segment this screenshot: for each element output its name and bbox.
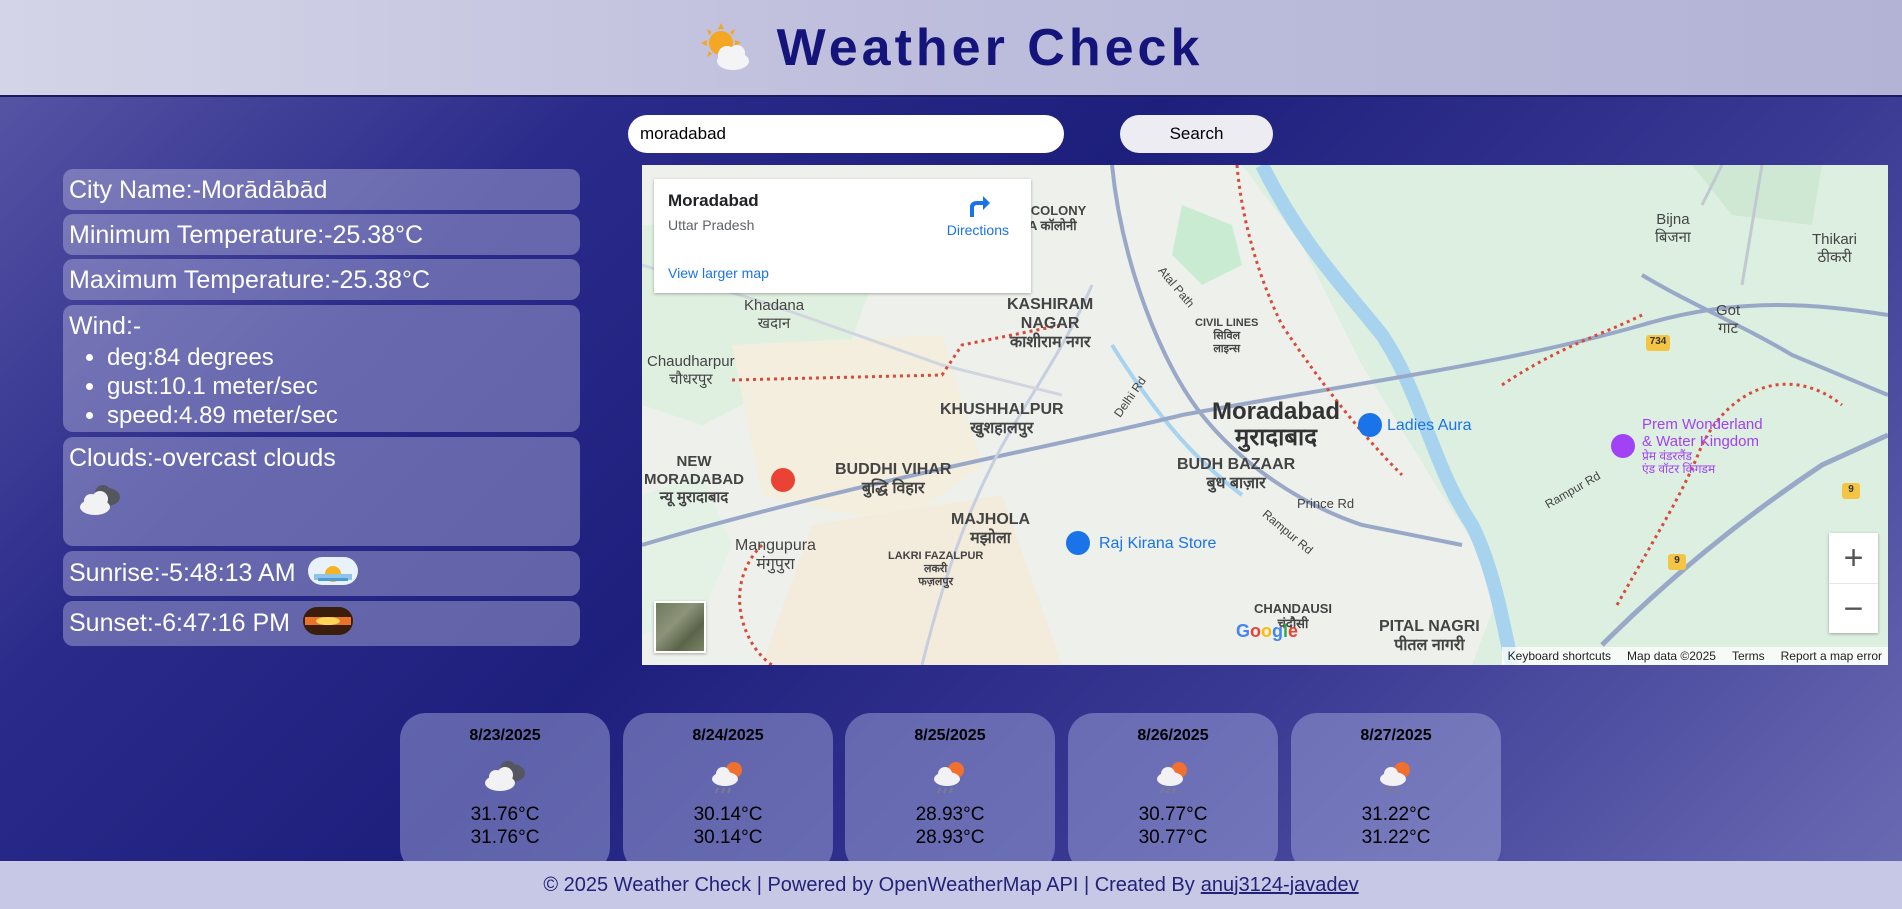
map-label-thikari: Thikari ठीकरी: [1812, 231, 1858, 266]
rain-sun-icon: [845, 759, 1055, 803]
forecast-card: 8/27/2025 31.22°C 31.22°C: [1291, 713, 1501, 873]
map-label-ladies-aura[interactable]: Ladies Aura: [1387, 417, 1472, 435]
map-label-majhola: MAJHOLA मझोला: [951, 511, 1031, 547]
city-search-input[interactable]: [628, 115, 1064, 153]
map-label-chaudharpur: Chaudharpur चौधरपुर: [647, 353, 735, 388]
keyboard-shortcuts-link[interactable]: Keyboard shortcuts: [1508, 649, 1611, 663]
forecast-date: 8/23/2025: [469, 727, 541, 744]
forecast-card: 8/25/2025 28.93°C 28.93°C: [845, 713, 1055, 873]
forecast-temp-1: 30.14°C: [693, 804, 763, 825]
map-label-moradabad: Moradabad मुरादाबाद: [1212, 398, 1341, 451]
forecast-temp-2: 30.77°C: [1138, 827, 1208, 848]
city-name-card: City Name:-Morādābād: [63, 169, 580, 210]
map-label-lakri-fazalpur: LAKRI FAZALPUR लकरी फज़लपुर: [888, 550, 984, 588]
sunset-card: Sunset:-6:47:16 PM: [63, 601, 580, 646]
search-button[interactable]: Search: [1120, 115, 1273, 153]
forecast-card: 8/24/2025 30.14°C 30.14°C: [623, 713, 833, 873]
max-temp-card: Maximum Temperature:-25.38°C: [63, 259, 580, 300]
map-label-buddhi-vihar: BUDDHI VIHAR बुद्धि विहार: [835, 461, 952, 497]
google-logo: Google: [1236, 621, 1299, 641]
min-temperature: Minimum Temperature:-25.38°C: [69, 221, 424, 249]
map-label-got: Got गाट: [1716, 302, 1741, 337]
zoom-in-button[interactable]: +: [1829, 533, 1878, 584]
map-footer: Keyboard shortcuts Map data ©2025 Terms …: [1501, 647, 1888, 665]
sunrise-icon: [308, 557, 359, 592]
map-label-prince-rd: Prince Rd: [1297, 496, 1355, 511]
wind-title: Wind:-: [69, 312, 142, 340]
min-temp-card: Minimum Temperature:-25.38°C: [63, 214, 580, 255]
forecast-card: 8/26/2025 30.77°C 30.77°C: [1068, 713, 1278, 873]
report-map-error-link[interactable]: Report a map error: [1781, 649, 1882, 663]
forecast-card: 8/23/2025 31.76°C 31.76°C: [400, 713, 610, 873]
max-temperature: Maximum Temperature:-25.38°C: [69, 266, 431, 294]
forecast-temp-1: 31.22°C: [1361, 804, 1431, 825]
wind-list: deg:84 degrees gust:10.1 meter/sec speed…: [69, 343, 574, 430]
forecast-temp-2: 31.76°C: [470, 827, 540, 848]
map-label-civil-lines: CIVIL LINES सिविल लाइन्स: [1195, 317, 1259, 355]
app-title: Weather Check: [776, 18, 1204, 77]
map-place-card: Moradabad Uttar Pradesh Directions View …: [654, 179, 1031, 293]
sun-cloud-icon: [700, 22, 749, 70]
forecast-temp-1: 30.77°C: [1138, 804, 1208, 825]
app-header: Weather Check: [0, 0, 1902, 97]
rain-sun-icon: [1291, 759, 1501, 803]
forecast-temp-2: 31.22°C: [1361, 827, 1431, 848]
map-label-prem-wonderland[interactable]: Prem Wonderland & Water Kingdom प्रेम वंड…: [1642, 416, 1763, 476]
wind-card: Wind:- deg:84 degrees gust:10.1 meter/se…: [63, 305, 580, 432]
map-label-bijna: Bijna बिजना: [1655, 211, 1691, 246]
rain-sun-icon: [1068, 759, 1278, 803]
map-label-pital-nagri: PITAL NAGRI पीतल नागरी: [1379, 618, 1480, 654]
map-label-new-moradabad: NEW MORADABAD न्यू मुरादाबाद: [644, 453, 744, 506]
sunset-icon: [302, 607, 353, 642]
map-label-mangupura: Mangupura मंगुपुरा: [735, 537, 816, 573]
footer-text: © 2025 Weather Check | Powered by OpenWe…: [543, 873, 1195, 896]
route-shield-734: 734: [1649, 336, 1667, 347]
forecast-date: 8/25/2025: [914, 727, 986, 744]
forecast-temp-2: 28.93°C: [915, 827, 985, 848]
wind-speed: speed:4.89 meter/sec: [107, 401, 574, 430]
page-footer: © 2025 Weather Check | Powered by OpenWe…: [0, 861, 1902, 909]
route-shield-9b: 9: [1674, 555, 1680, 566]
rain-sun-icon: [623, 759, 833, 803]
clouds-card: Clouds:-overcast clouds: [63, 437, 580, 546]
zoom-out-button[interactable]: −: [1829, 584, 1878, 634]
map-label-raj-kirana[interactable]: Raj Kirana Store: [1099, 535, 1216, 553]
forecast-date: 8/24/2025: [692, 727, 764, 744]
route-shield-9a: 9: [1848, 484, 1854, 495]
directions-button[interactable]: Directions: [947, 191, 1009, 238]
map-data-attribution: Map data ©2025: [1627, 649, 1716, 663]
directions-icon: [969, 196, 990, 217]
overcast-clouds-icon: [400, 759, 610, 803]
sunrise-card: Sunrise:-5:48:13 AM: [63, 551, 580, 596]
map-label-kashiram: KASHIRAM NAGAR काशीराम नगर: [1007, 296, 1094, 351]
satellite-toggle[interactable]: [654, 601, 706, 653]
map-label-budh-bazaar: BUDH BAZAAR बुध बाज़ार: [1177, 456, 1296, 492]
city-name: City Name:-Morādābād: [69, 176, 328, 204]
wind-deg: deg:84 degrees: [107, 343, 574, 372]
clouds-description: Clouds:-overcast clouds: [69, 444, 336, 472]
embedded-map[interactable]: MDA COLONY MDA कॉलोनी Bijna बिजना Thikari ठ…: [642, 165, 1888, 665]
forecast-temp-2: 30.14°C: [693, 827, 763, 848]
sunset-time: Sunset:-6:47:16 PM: [69, 609, 290, 638]
creator-link[interactable]: anuj3124-javadev: [1201, 874, 1359, 897]
view-larger-map-link[interactable]: View larger map: [668, 265, 769, 281]
forecast-date: 8/27/2025: [1360, 727, 1432, 744]
overcast-clouds-icon: [77, 483, 574, 524]
sunrise-time: Sunrise:-5:48:13 AM: [69, 559, 296, 588]
forecast-temp-1: 28.93°C: [915, 804, 985, 825]
map-label-khushhalpur: KHUSHHALPUR खुशहालपुर: [940, 401, 1064, 437]
map-zoom-controls: + −: [1829, 533, 1878, 633]
forecast-date: 8/26/2025: [1137, 727, 1209, 744]
forecast-temp-1: 31.76°C: [470, 804, 540, 825]
wind-gust: gust:10.1 meter/sec: [107, 372, 574, 401]
terms-link[interactable]: Terms: [1732, 649, 1765, 663]
map-label-khadana: Khadana खदान: [744, 297, 805, 332]
header-logo: Weather Check: [699, 18, 1204, 78]
